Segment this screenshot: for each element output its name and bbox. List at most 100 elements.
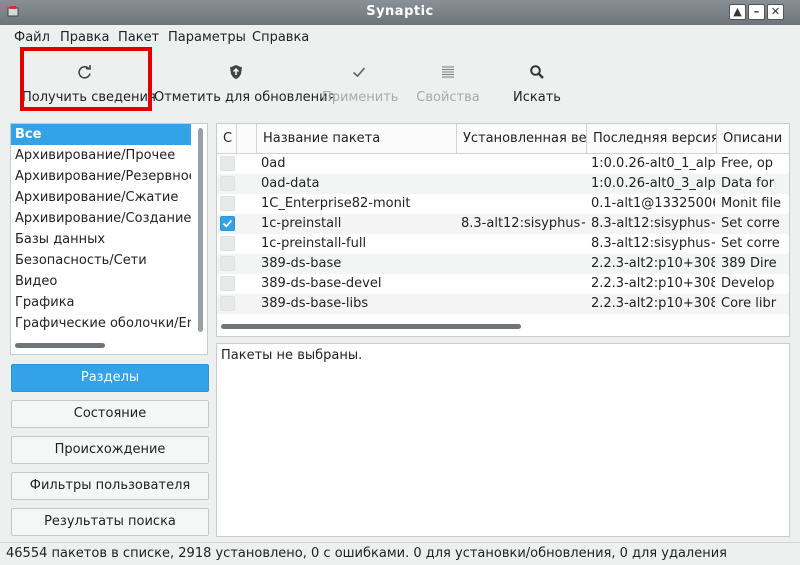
row-checkbox-checked[interactable]	[220, 216, 235, 231]
section-horizontal-scrollbar[interactable]	[15, 343, 105, 348]
menu-settings[interactable]: Параметры	[168, 30, 246, 45]
menu-file[interactable]: Файл	[14, 30, 50, 45]
menu-package[interactable]: Пакет	[118, 30, 159, 45]
section-item[interactable]: Архивирование/Сжатие	[11, 187, 191, 208]
package-description: Monit file	[721, 196, 782, 211]
section-item-all[interactable]: Все	[11, 124, 191, 145]
section-vertical-scrollbar[interactable]	[198, 128, 203, 332]
package-description: Set corre	[721, 236, 780, 251]
package-description: Core libr	[721, 296, 777, 311]
latest-version: 0.1-alt1@1332500649	[591, 196, 715, 211]
installed-version	[461, 154, 585, 174]
search-button[interactable]: Искать	[508, 56, 566, 112]
menu-help[interactable]: Справка	[252, 30, 309, 45]
package-description: Set corre	[721, 216, 780, 231]
row-checkbox[interactable]	[220, 156, 235, 171]
highlight-box	[20, 47, 152, 111]
package-name: 389-ds-base	[261, 256, 342, 271]
column-name[interactable]: Название пакета	[257, 124, 457, 154]
latest-version: 2.2.3-alt2:p10+30859	[591, 256, 715, 271]
row-checkbox[interactable]	[220, 176, 235, 191]
latest-version: 8.3-alt12:sisyphus+24	[591, 236, 715, 251]
package-description: Free, op	[721, 156, 774, 171]
section-item[interactable]: Архивирование/Резервное ко	[11, 166, 191, 187]
window-title: Synaptic	[366, 4, 434, 19]
apply-button[interactable]: Применить	[322, 56, 399, 112]
menu-edit[interactable]: Правка	[60, 30, 109, 45]
package-name: 389-ds-base-libs	[261, 296, 369, 311]
section-item[interactable]: Архивирование/Прочее	[11, 145, 191, 166]
sections-filter-button[interactable]: Разделы	[11, 364, 209, 392]
latest-version: 2.2.3-alt2:p10+30859	[591, 296, 715, 311]
maximize-up-button[interactable]: ▲	[729, 4, 746, 20]
properties-button[interactable]: Свойства	[412, 56, 484, 112]
table-row[interactable]: 389-ds-base-libs 2.2.3-alt2:p10+30859 Co…	[217, 294, 789, 314]
checkmark-icon	[222, 219, 233, 228]
installed-version	[461, 234, 585, 254]
installed-version	[461, 194, 585, 214]
latest-version: 1:0.0.26-alt0_3_alpha	[591, 176, 715, 191]
package-name: 1c-preinstall-full	[261, 236, 367, 251]
description-pane: Пакеты не выбраны.	[216, 343, 790, 537]
column-support[interactable]	[237, 124, 257, 154]
section-item[interactable]: Безопасность/Сети	[11, 250, 191, 271]
column-latest[interactable]: Последняя версия	[587, 124, 717, 154]
search-results-button[interactable]: Результаты поиска	[11, 508, 209, 536]
section-item[interactable]: Базы данных	[11, 229, 191, 250]
latest-version: 8.3-alt12:sisyphus+24	[591, 216, 715, 231]
package-name: 1c-preinstall	[261, 216, 342, 231]
properties-label: Свойства	[416, 90, 480, 105]
installed-version	[461, 274, 585, 294]
minimize-button[interactable]: –	[748, 4, 765, 20]
section-list[interactable]: Все Архивирование/Прочее Архивирование/Р…	[10, 123, 208, 355]
column-status[interactable]: С	[217, 124, 237, 154]
row-checkbox[interactable]	[220, 296, 235, 311]
package-name: 0ad-data	[261, 176, 320, 191]
package-table[interactable]: С Название пакета Установленная вер Посл…	[216, 123, 790, 337]
search-label: Искать	[513, 90, 561, 105]
title-bar: Synaptic ▲ – ✕	[0, 0, 800, 25]
package-name: 1C_Enterprise82-monit	[261, 196, 411, 211]
status-filter-button[interactable]: Состояние	[11, 400, 209, 428]
table-row[interactable]: 1c-preinstall-full 8.3-alt12:sisyphus+24…	[217, 234, 789, 254]
mark-upgrades-button[interactable]: Отметить для обновления	[154, 56, 336, 112]
installed-version: 8.3-alt12:sisyphus+24	[461, 216, 585, 231]
row-checkbox[interactable]	[220, 236, 235, 251]
table-horizontal-scrollbar[interactable]	[221, 324, 521, 329]
menu-bar: Файл Правка Пакет Параметры Справка	[0, 27, 800, 49]
package-description: Develop	[721, 276, 775, 291]
table-row[interactable]: 1c-preinstall 8.3-alt12:sisyphus+24 8.3-…	[217, 214, 789, 234]
installed-version	[461, 174, 585, 194]
latest-version: 1:0.0.26-alt0_1_alpha	[591, 156, 715, 171]
shield-icon	[230, 65, 242, 79]
table-row[interactable]: 1C_Enterprise82-monit 0.1-alt1@133250064…	[217, 194, 789, 214]
table-row[interactable]: 389-ds-base 2.2.3-alt2:p10+30859 389 Dir…	[217, 254, 789, 274]
table-row[interactable]: 0ad 1:0.0.26-alt0_1_alpha Free, op	[217, 154, 789, 174]
section-item[interactable]: Архивирование/Создание CD	[11, 208, 191, 229]
close-button[interactable]: ✕	[767, 4, 784, 20]
column-installed[interactable]: Установленная вер	[457, 124, 587, 154]
column-description[interactable]: Описани	[717, 124, 789, 154]
properties-icon	[442, 66, 454, 78]
custom-filters-button[interactable]: Фильтры пользователя	[11, 472, 209, 500]
table-header: С Название пакета Установленная вер Посл…	[217, 124, 789, 154]
origin-filter-button[interactable]: Происхождение	[11, 436, 209, 464]
apply-label: Применить	[322, 90, 399, 105]
check-icon	[352, 67, 366, 78]
package-description: 389 Dire	[721, 256, 777, 271]
table-row[interactable]: 389-ds-base-devel 2.2.3-alt2:p10+30859 D…	[217, 274, 789, 294]
installed-version	[461, 254, 585, 274]
package-description: Data for	[721, 176, 775, 191]
table-row[interactable]: 0ad-data 1:0.0.26-alt0_3_alpha Data for	[217, 174, 789, 194]
package-name: 0ad	[261, 156, 286, 171]
row-checkbox[interactable]	[220, 196, 235, 211]
section-item[interactable]: Видео	[11, 271, 191, 292]
mark-upgrades-label: Отметить для обновления	[154, 90, 336, 105]
section-item[interactable]: Графика	[11, 292, 191, 313]
status-bar: 46554 пакетов в списке, 2918 установлено…	[0, 542, 800, 565]
section-item[interactable]: Графические оболочки/Enlig	[11, 313, 191, 334]
row-checkbox[interactable]	[220, 256, 235, 271]
description-text: Пакеты не выбраны.	[221, 348, 363, 363]
installed-version	[461, 294, 585, 314]
row-checkbox[interactable]	[220, 276, 235, 291]
